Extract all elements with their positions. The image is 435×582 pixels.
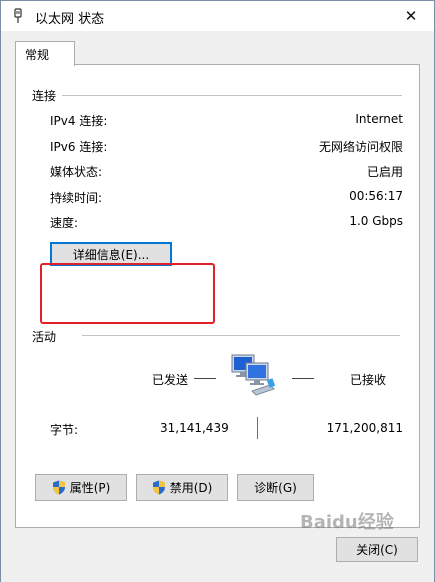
title-bar[interactable]: 以太网 状态 ✕ [1, 1, 434, 31]
activity-group-label: 活动 [32, 330, 57, 344]
tab-general-label: 常规 [25, 48, 50, 62]
ipv6-label: IPv6 连接: [50, 140, 108, 154]
duration-label: 持续时间: [50, 191, 103, 205]
ipv4-value: Internet [355, 112, 403, 126]
ethernet-icon [14, 8, 22, 23]
received-dash [292, 378, 314, 379]
tab-general[interactable]: 常规 [15, 41, 75, 66]
diagnose-button[interactable]: 诊断(G) [237, 474, 314, 501]
sent-dash [194, 378, 216, 379]
annotation-highlight-box [40, 263, 215, 324]
activity-group-line [82, 335, 400, 336]
properties-button-label: 属性(P) [69, 481, 111, 495]
properties-button[interactable]: 属性(P) [35, 474, 127, 501]
general-panel: 连接 IPv4 连接: Internet IPv6 连接: 无网络访问权限 媒体… [15, 64, 420, 528]
ipv4-label: IPv4 连接: [50, 114, 108, 128]
received-label: 已接收 [350, 373, 387, 387]
close-button[interactable]: 关闭(C) [336, 537, 418, 562]
watermark: Baidu经验 [300, 512, 394, 533]
speed-label: 速度: [50, 216, 79, 230]
connection-group-line [62, 95, 402, 96]
status-window: 以太网 状态 ✕ 常规 连接 IPv4 连接: Internet IPv6 连接… [0, 0, 435, 582]
tab-control: 常规 连接 IPv4 连接: Internet IPv6 连接: 无网络访问权限… [1, 31, 434, 582]
bytes-divider [257, 417, 258, 439]
window-title: 以太网 状态 [35, 12, 105, 27]
connection-group-label: 连接 [32, 89, 57, 103]
sent-label: 已发送 [152, 373, 189, 387]
media-state-label: 媒体状态: [50, 165, 103, 179]
network-computers-icon [231, 354, 276, 396]
close-icon[interactable]: ✕ [388, 1, 434, 31]
speed-value: 1.0 Gbps [349, 214, 403, 228]
uac-shield-icon [152, 480, 165, 495]
bytes-received-value: 171,200,811 [326, 421, 403, 435]
disable-button-label: 禁用(D) [169, 481, 213, 495]
disable-button[interactable]: 禁用(D) [136, 474, 228, 501]
media-state-value: 已启用 [366, 165, 403, 179]
uac-shield-icon [52, 480, 65, 495]
bytes-label: 字节: [50, 423, 79, 437]
bytes-sent-value: 31,141,439 [160, 421, 229, 435]
duration-value: 00:56:17 [349, 189, 403, 203]
ipv6-value: 无网络访问权限 [318, 140, 403, 154]
